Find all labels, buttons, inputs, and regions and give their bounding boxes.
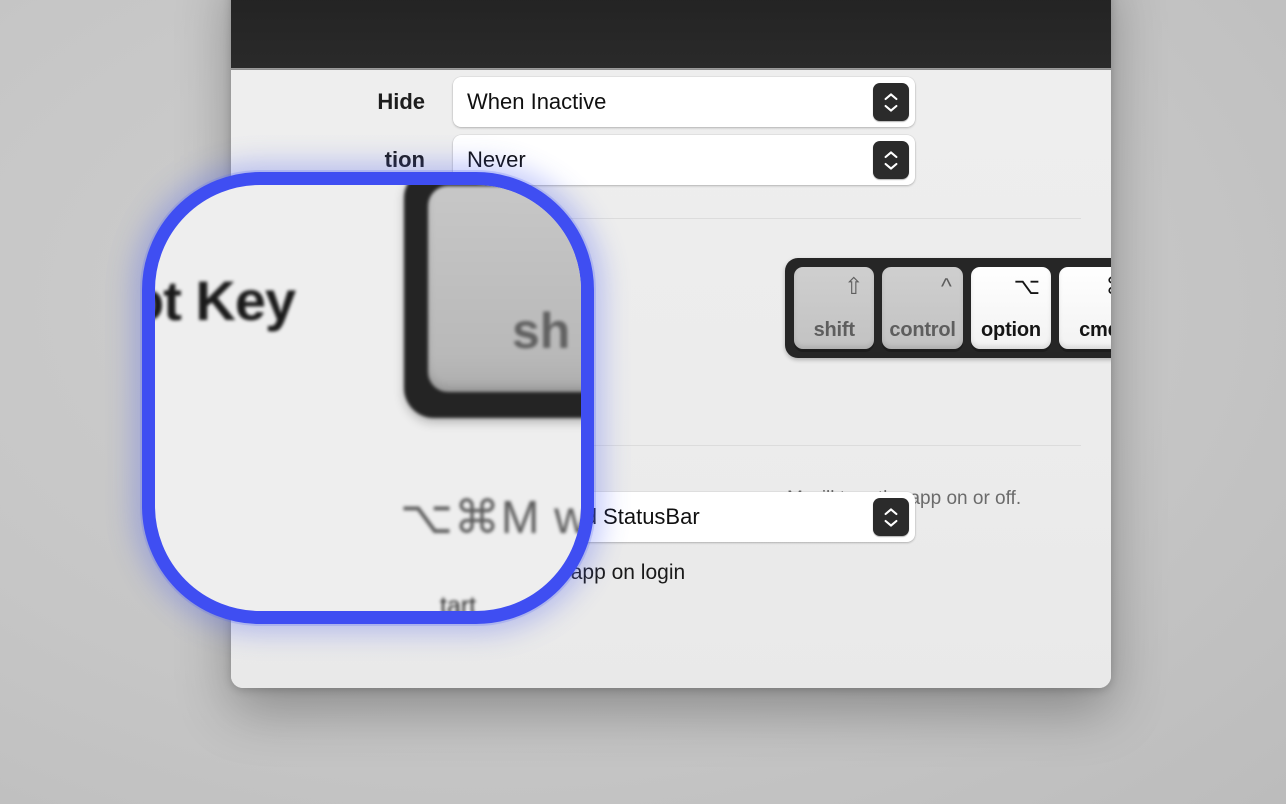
appearance-popup-stepper[interactable]	[873, 498, 909, 536]
row-hide: Hide When Inactive	[231, 70, 1111, 134]
modkey-cmd[interactable]: ⌘ cmd	[1059, 267, 1111, 349]
command-icon: ⌘	[1106, 275, 1111, 298]
animation-popup-button[interactable]: Never	[453, 135, 915, 185]
animation-popup-value: Never	[467, 147, 526, 172]
shift-arrow-icon: ⇧	[844, 273, 864, 299]
chevron-down-icon	[884, 104, 898, 112]
magnifier-loupe[interactable]: ot Key sh ⌥⌘M w tart	[142, 172, 594, 624]
chevron-up-icon	[884, 92, 898, 100]
modkey-control[interactable]: ^ control	[882, 267, 963, 349]
hide-popup-stepper[interactable]	[873, 83, 909, 121]
window-titlebar	[231, 0, 1111, 70]
magnified-shift-key	[404, 185, 581, 418]
row-hide-label: Hide	[377, 89, 425, 114]
modkey-shift-label: shift	[813, 319, 855, 341]
option-icon: ⌥	[1013, 273, 1041, 299]
modkey-cmd-label: cmd	[1079, 319, 1111, 341]
control-caret-icon: ^	[940, 273, 952, 299]
chevron-down-icon	[884, 519, 898, 527]
chevron-down-icon	[884, 162, 898, 170]
magnified-shift-key-label: sh	[512, 303, 571, 359]
divider-top	[545, 218, 1081, 219]
modkey-option-label: option	[981, 319, 1041, 341]
animation-popup-stepper[interactable]	[873, 141, 909, 179]
modkey-option[interactable]: ⌥ option	[970, 267, 1052, 349]
magnified-shortcut-text: ⌥⌘M w	[400, 491, 589, 543]
hide-popup-value: When Inactive	[467, 89, 607, 114]
divider-bottom	[545, 445, 1081, 446]
modkey-shift[interactable]: ⇧ shift	[794, 267, 875, 349]
chevron-up-icon	[884, 150, 898, 158]
hotkey-modifier-control[interactable]: ⇧ shift ^ control ⌥ option ⌘ cmd M	[785, 258, 1111, 358]
magnified-hotkey-label: ot Key	[142, 269, 296, 332]
chevron-up-icon	[884, 507, 898, 515]
magnifier-content: ot Key sh ⌥⌘M w tart	[142, 185, 589, 620]
modkey-control-label: control	[889, 319, 956, 341]
hide-popup-button[interactable]: When Inactive	[453, 77, 915, 127]
magnified-start-label: tart	[440, 592, 477, 620]
row-animation-label: tion	[384, 147, 425, 172]
